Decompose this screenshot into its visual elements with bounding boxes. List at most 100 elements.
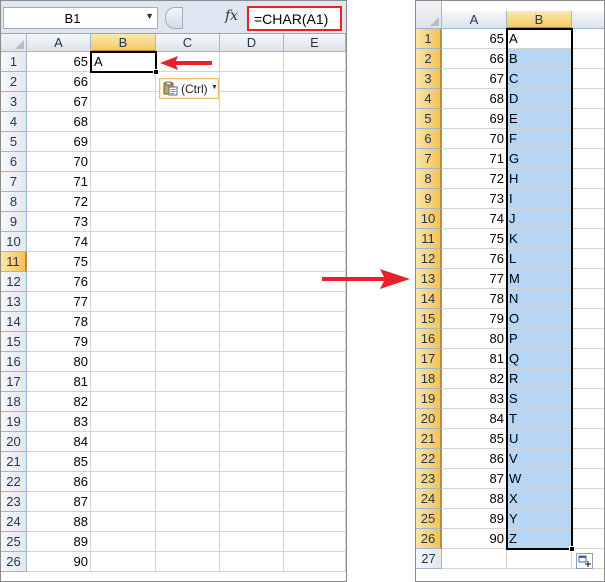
- cell-a27[interactable]: [442, 549, 507, 569]
- cell-c13[interactable]: [572, 269, 604, 289]
- column-header-c-partial[interactable]: [572, 11, 604, 29]
- cell-c20[interactable]: [572, 409, 604, 429]
- cell-d23[interactable]: [220, 492, 284, 512]
- column-header-d[interactable]: D: [220, 34, 284, 52]
- cell-d10[interactable]: [220, 232, 284, 252]
- row-header-3[interactable]: 3: [416, 69, 442, 89]
- row-header-20[interactable]: 20: [416, 409, 442, 429]
- row-header-24[interactable]: 24: [1, 512, 27, 532]
- cell-c20[interactable]: [156, 432, 220, 452]
- cell-a2[interactable]: 66: [442, 49, 507, 69]
- cell-a13[interactable]: 77: [27, 292, 91, 312]
- cell-a18[interactable]: 82: [442, 369, 507, 389]
- row-header-20[interactable]: 20: [1, 432, 27, 452]
- row-header-2[interactable]: 2: [1, 72, 27, 92]
- cell-c2[interactable]: [572, 49, 604, 69]
- cell-b4[interactable]: [91, 112, 156, 132]
- cell-a16[interactable]: 80: [442, 329, 507, 349]
- cell-e15[interactable]: [284, 332, 346, 352]
- cell-d19[interactable]: [220, 412, 284, 432]
- cell-b8[interactable]: [91, 192, 156, 212]
- cell-a20[interactable]: 84: [27, 432, 91, 452]
- cell-c12[interactable]: [572, 249, 604, 269]
- cell-d9[interactable]: [220, 212, 284, 232]
- cell-c12[interactable]: [156, 272, 220, 292]
- cell-b18[interactable]: [91, 392, 156, 412]
- cell-b25[interactable]: [91, 532, 156, 552]
- cell-c19[interactable]: [156, 412, 220, 432]
- row-header-12[interactable]: 12: [416, 249, 442, 269]
- cell-b3[interactable]: C: [507, 69, 572, 89]
- cell-c23[interactable]: [572, 469, 604, 489]
- cell-a17[interactable]: 81: [27, 372, 91, 392]
- cell-c5[interactable]: [156, 132, 220, 152]
- chevron-down-icon[interactable]: ▼: [145, 11, 154, 21]
- cell-a3[interactable]: 67: [27, 92, 91, 112]
- cell-c5[interactable]: [572, 109, 604, 129]
- cell-a10[interactable]: 74: [27, 232, 91, 252]
- select-all-corner[interactable]: [416, 1, 442, 29]
- row-header-18[interactable]: 18: [416, 369, 442, 389]
- row-header-8[interactable]: 8: [416, 169, 442, 189]
- cell-a23[interactable]: 87: [27, 492, 91, 512]
- cell-b20[interactable]: [91, 432, 156, 452]
- cell-d13[interactable]: [220, 292, 284, 312]
- cell-b9[interactable]: [91, 212, 156, 232]
- cell-c14[interactable]: [156, 312, 220, 332]
- cell-d21[interactable]: [220, 452, 284, 472]
- cell-d20[interactable]: [220, 432, 284, 452]
- cell-c1[interactable]: [572, 29, 604, 49]
- cell-a11[interactable]: 75: [442, 229, 507, 249]
- cell-b19[interactable]: S: [507, 389, 572, 409]
- cell-b23[interactable]: W: [507, 469, 572, 489]
- cell-e3[interactable]: [284, 92, 346, 112]
- cell-d3[interactable]: [220, 92, 284, 112]
- cell-b21[interactable]: [91, 452, 156, 472]
- cell-c9[interactable]: [572, 189, 604, 209]
- cell-c18[interactable]: [572, 369, 604, 389]
- cell-c6[interactable]: [156, 152, 220, 172]
- row-header-16[interactable]: 16: [416, 329, 442, 349]
- cell-a5[interactable]: 69: [27, 132, 91, 152]
- cell-a12[interactable]: 76: [27, 272, 91, 292]
- cell-a20[interactable]: 84: [442, 409, 507, 429]
- row-header-12[interactable]: 12: [1, 272, 27, 292]
- column-header-a[interactable]: A: [442, 11, 507, 29]
- cell-d8[interactable]: [220, 192, 284, 212]
- cell-b25[interactable]: Y: [507, 509, 572, 529]
- cell-b17[interactable]: [91, 372, 156, 392]
- row-header-18[interactable]: 18: [1, 392, 27, 412]
- cell-c13[interactable]: [156, 292, 220, 312]
- cell-e22[interactable]: [284, 472, 346, 492]
- formula-bar-grip[interactable]: [165, 7, 183, 29]
- cell-e14[interactable]: [284, 312, 346, 332]
- row-header-22[interactable]: 22: [416, 449, 442, 469]
- cell-c22[interactable]: [572, 449, 604, 469]
- row-header-6[interactable]: 6: [416, 129, 442, 149]
- cell-a15[interactable]: 79: [27, 332, 91, 352]
- row-header-10[interactable]: 10: [416, 209, 442, 229]
- cell-a12[interactable]: 76: [442, 249, 507, 269]
- cell-c22[interactable]: [156, 472, 220, 492]
- paste-options-button[interactable]: (Ctrl) ▼: [159, 78, 219, 99]
- cell-e21[interactable]: [284, 452, 346, 472]
- cell-a11[interactable]: 75: [27, 252, 91, 272]
- cell-c19[interactable]: [572, 389, 604, 409]
- cell-a9[interactable]: 73: [27, 212, 91, 232]
- column-header-e[interactable]: E: [284, 34, 346, 52]
- cell-b17[interactable]: Q: [507, 349, 572, 369]
- row-header-9[interactable]: 9: [1, 212, 27, 232]
- cell-d22[interactable]: [220, 472, 284, 492]
- row-header-11[interactable]: 11: [1, 252, 27, 272]
- cell-b24[interactable]: [91, 512, 156, 532]
- cell-c15[interactable]: [572, 309, 604, 329]
- cell-b3[interactable]: [91, 92, 156, 112]
- cell-d26[interactable]: [220, 552, 284, 572]
- row-header-8[interactable]: 8: [1, 192, 27, 212]
- cell-a24[interactable]: 88: [27, 512, 91, 532]
- cell-c11[interactable]: [156, 252, 220, 272]
- row-header-1[interactable]: 1: [1, 52, 27, 72]
- column-header-c[interactable]: C: [156, 34, 220, 52]
- cell-a6[interactable]: 70: [27, 152, 91, 172]
- cell-b19[interactable]: [91, 412, 156, 432]
